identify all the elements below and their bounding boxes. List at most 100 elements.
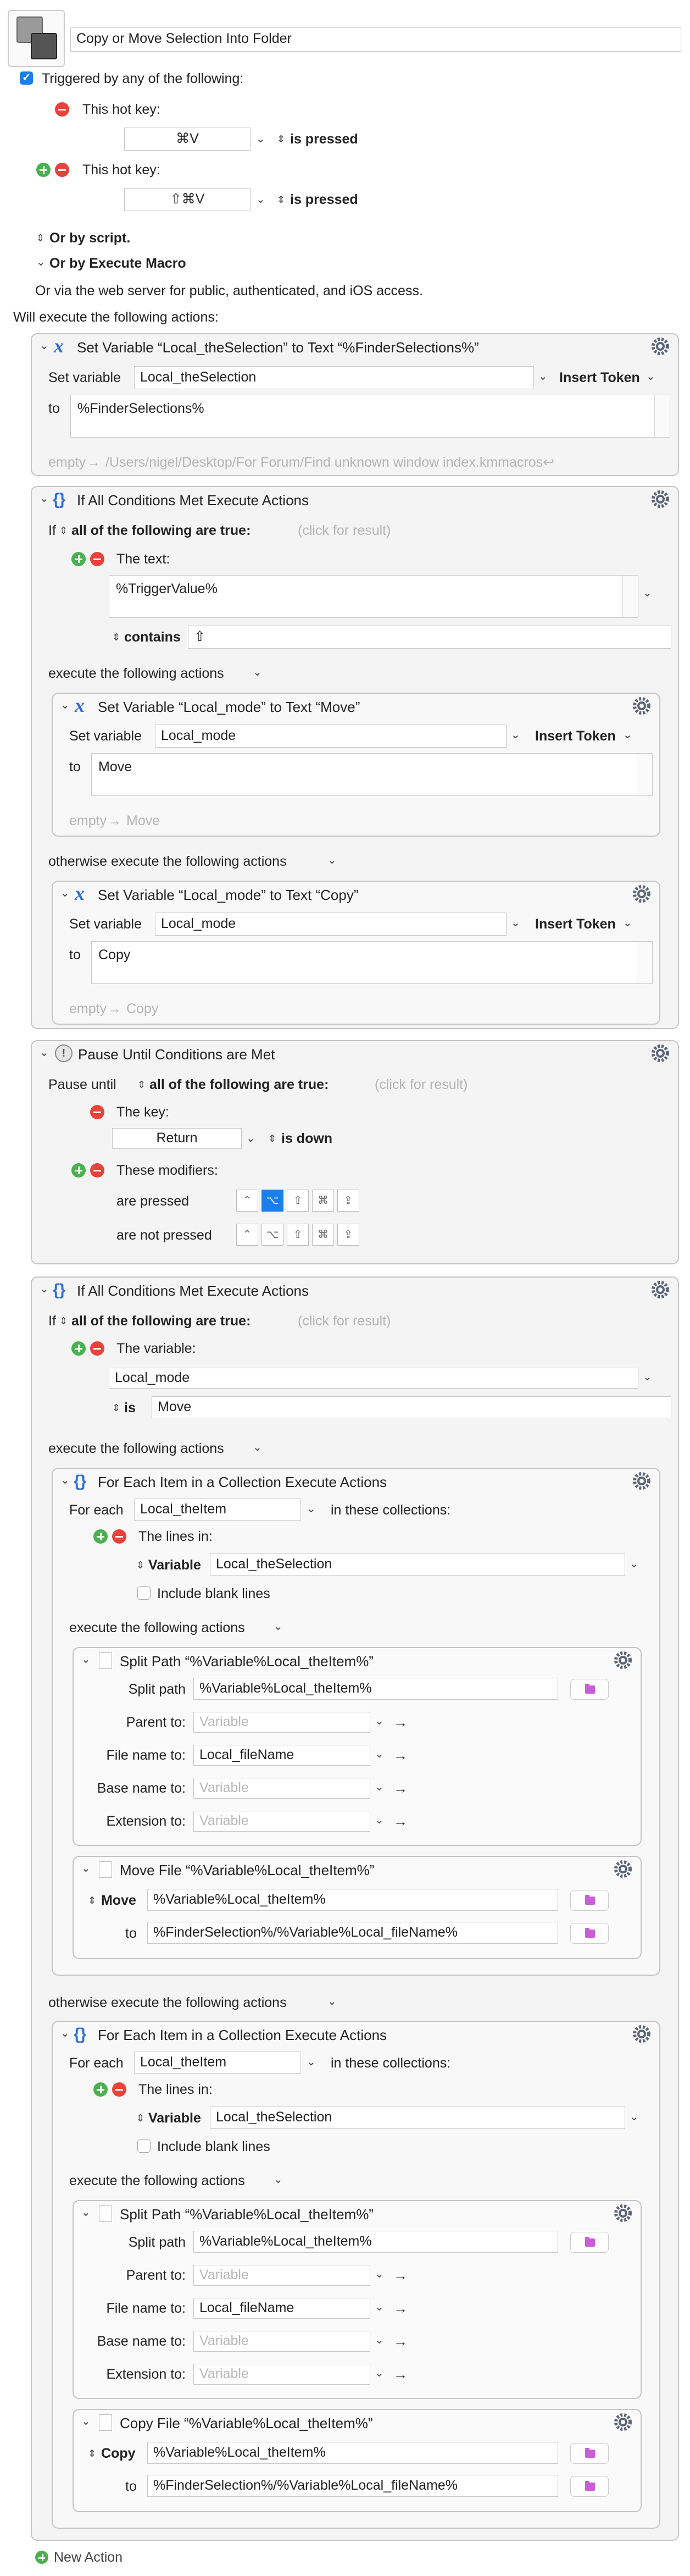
up-down-icon[interactable]: ⇕ [112, 1400, 120, 1416]
chevron-down-icon[interactable]: ⌄ [253, 1439, 262, 1456]
up-down-icon[interactable]: ⇕ [268, 1130, 276, 1147]
chevron-down-icon[interactable]: ⌄ [327, 852, 337, 869]
add-condition-icon[interactable] [71, 1341, 86, 1356]
up-down-icon[interactable]: ⇕ [277, 131, 285, 147]
up-down-icon[interactable]: ⇕ [59, 522, 68, 539]
command-key-toggle[interactable]: ⌘ [312, 1224, 334, 1246]
remove-condition-icon[interactable] [90, 1341, 104, 1356]
chevron-down-icon[interactable]: ⌄ [623, 915, 632, 931]
contains-operator[interactable]: contains [124, 629, 181, 645]
condition-variable-field[interactable]: Local_mode [109, 1368, 638, 1389]
base-name-variable-field[interactable]: Variable [193, 1778, 370, 1799]
split-path-field[interactable]: %Variable%Local_theItem% [193, 2231, 558, 2253]
chevron-down-icon[interactable]: ⌄ [375, 2332, 384, 2348]
scrollbar[interactable] [637, 942, 652, 983]
click-for-result[interactable]: (click for result) [298, 1313, 391, 1329]
extension-variable-field[interactable]: Variable [193, 1811, 370, 1832]
up-down-icon[interactable]: ⇕ [88, 2445, 96, 2462]
file-name-variable-field[interactable]: Local_fileName [193, 2298, 370, 2319]
action-split-path[interactable]: ⌄ Split Path “%Variable%Local_theItem%” … [73, 1647, 642, 1846]
action-set-variable[interactable]: ⌄ x Set Variable “Local_mode” to Text “M… [52, 693, 660, 837]
chevron-down-icon[interactable]: ⌄ [40, 1281, 49, 1297]
hotkey-state[interactable]: is pressed [290, 131, 358, 147]
up-down-icon[interactable]: ⇕ [136, 1557, 144, 1573]
condition-mode[interactable]: all of the following are true: [149, 1076, 329, 1093]
chevron-down-icon[interactable]: ⌄ [307, 1501, 316, 1517]
item-variable-field[interactable]: Local_theItem [134, 2052, 301, 2074]
action-set-variable[interactable]: ⌄ x Set Variable “Local_mode” to Text “C… [52, 881, 660, 1025]
add-collection-icon[interactable] [93, 1529, 108, 1544]
item-variable-field[interactable]: Local_theItem [134, 1499, 301, 1521]
contains-value-field[interactable]: ⇧ [188, 626, 671, 649]
chevron-down-icon[interactable]: ⌄ [256, 191, 265, 208]
hotkey-state[interactable]: is pressed [290, 191, 358, 208]
or-by-execute-macro[interactable]: Or by Execute Macro [49, 255, 186, 272]
option-key-toggle[interactable]: ⌥ [261, 1224, 283, 1246]
chevron-down-icon[interactable]: ⌄ [81, 2204, 91, 2221]
action-set-variable[interactable]: ⌄ x Set Variable “Local_theSelection” to… [31, 333, 679, 476]
variable-name-field[interactable]: Local_mode [155, 725, 507, 748]
up-down-icon[interactable]: ⇕ [36, 230, 44, 246]
key-field[interactable]: Return [112, 1128, 242, 1149]
action-pause-until[interactable]: ⌄ ! Pause Until Conditions are Met Pause… [31, 1040, 679, 1264]
chevron-down-icon[interactable]: ⌄ [511, 727, 520, 743]
gear-icon[interactable] [612, 1858, 634, 1880]
command-key-toggle[interactable]: ⌘ [312, 1190, 334, 1212]
chevron-down-icon[interactable]: ⌄ [630, 2109, 639, 2125]
new-action-button[interactable]: New Action [54, 2549, 123, 2566]
source-type[interactable]: Variable [148, 2110, 201, 2126]
capslock-key-toggle[interactable]: ⇪ [337, 1190, 359, 1212]
chevron-down-icon[interactable]: ⌄ [375, 2266, 384, 2282]
folder-icon[interactable] [570, 1890, 609, 1911]
file-name-variable-field[interactable]: Local_fileName [193, 1745, 370, 1766]
source-path-field[interactable]: %Variable%Local_theItem% [147, 1889, 558, 1911]
chevron-down-icon[interactable]: ⌄ [630, 1556, 639, 1572]
insert-token-menu[interactable]: Insert Token [535, 916, 616, 932]
folder-icon[interactable] [570, 2232, 609, 2253]
scrollbar[interactable] [622, 576, 638, 617]
shift-key-toggle[interactable]: ⇧ [287, 1190, 309, 1212]
remove-condition-icon[interactable] [90, 552, 104, 566]
parent-variable-field[interactable]: Variable [193, 2265, 370, 2286]
include-blank-lines-checkbox[interactable] [137, 2140, 151, 2153]
include-blank-lines-checkbox[interactable] [137, 1586, 151, 1600]
gear-icon[interactable] [649, 335, 671, 357]
chevron-down-icon[interactable]: ⌄ [274, 1618, 283, 1635]
extension-variable-field[interactable]: Variable [193, 2364, 370, 2385]
add-condition-icon[interactable] [71, 1163, 86, 1178]
file-operation[interactable]: Copy [101, 2445, 136, 2462]
folder-icon[interactable] [570, 2443, 609, 2464]
hotkey-field[interactable]: ⇧⌘V [124, 188, 251, 211]
text-value-field[interactable]: %FinderSelections% [70, 395, 670, 438]
chevron-down-icon[interactable]: ⌄ [60, 697, 70, 714]
action-if-conditions[interactable]: ⌄ {} If All Conditions Met Execute Actio… [31, 486, 679, 1029]
chevron-down-icon[interactable]: ⌄ [40, 338, 49, 354]
chevron-down-icon[interactable]: ⌄ [643, 585, 652, 601]
gear-icon[interactable] [649, 488, 671, 510]
chevron-down-icon[interactable]: ⌄ [375, 1779, 384, 1795]
chevron-down-icon[interactable]: ⌄ [40, 490, 49, 507]
split-path-field[interactable]: %Variable%Local_theItem% [193, 1678, 558, 1700]
macro-name-field[interactable]: Copy or Move Selection Into Folder [70, 27, 681, 52]
chevron-down-icon[interactable]: ⌄ [511, 915, 520, 931]
add-condition-icon[interactable] [71, 552, 86, 566]
is-value-field[interactable]: Move [152, 1396, 671, 1418]
remove-trigger-icon[interactable] [55, 102, 69, 117]
new-action-icon[interactable] [35, 2551, 48, 2564]
remove-condition-icon[interactable] [90, 1163, 104, 1178]
up-down-icon[interactable]: ⇕ [137, 1076, 146, 1093]
folder-icon[interactable] [570, 1679, 609, 1700]
is-operator[interactable]: is [124, 1400, 136, 1416]
gear-icon[interactable] [631, 2023, 653, 2045]
click-for-result[interactable]: (click for result) [375, 1076, 468, 1093]
gear-icon[interactable] [612, 2411, 634, 2433]
scrollbar[interactable] [654, 395, 670, 437]
option-key-toggle[interactable]: ⌥ [261, 1190, 283, 1212]
base-name-variable-field[interactable]: Variable [193, 2331, 370, 2352]
chevron-down-icon[interactable]: ⌄ [307, 2054, 316, 2070]
chevron-down-icon[interactable]: ⌄ [253, 664, 262, 681]
chevron-down-icon[interactable]: ⌄ [375, 2299, 384, 2315]
action-if-conditions[interactable]: ⌄ {} If All Conditions Met Execute Actio… [31, 1276, 679, 2541]
variable-name-field[interactable]: Local_theSelection [134, 366, 534, 389]
insert-token-menu[interactable]: Insert Token [535, 728, 616, 744]
